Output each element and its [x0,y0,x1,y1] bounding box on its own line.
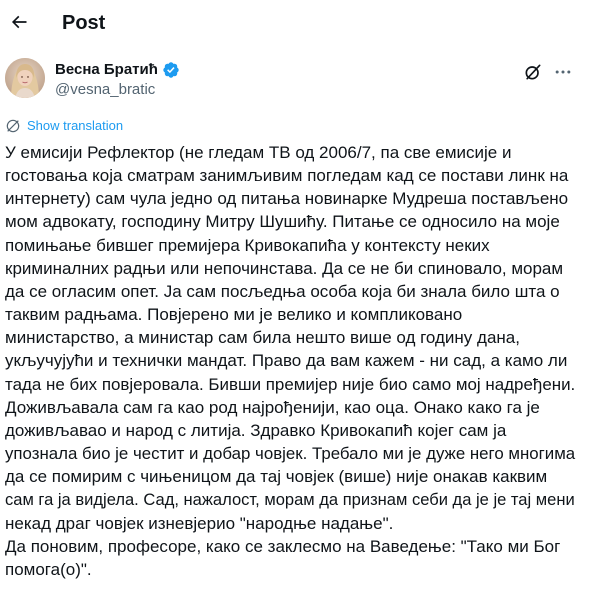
show-translation-label[interactable]: Show translation [27,117,123,135]
post-text-line: министарство, а министар сам била нешто … [5,328,520,348]
post-text-line: помињање бившег премијера Кривокапића у … [5,235,490,255]
post-text-line: мом адвокату, господину Митру Шушићу. Пи… [5,212,560,232]
post-text: У емисији Рефлектор (не гледам ТВ од 200… [5,141,575,581]
post-text-line: сам га ја видјела. Сад, нажалост, морам … [5,490,575,510]
post-text-line: да се огласим опет. Ја сам посљедња особ… [5,281,560,301]
post-text-line: упознала био је честит и добар човјек. Т… [5,444,576,464]
arrow-left-icon [11,15,27,29]
post-text-line: помога(о)". [5,559,92,579]
globe-icon [6,119,20,133]
post-text-line: криминалних радњи или непочинстава. Да с… [5,258,564,278]
author-handle[interactable]: @vesna_bratic [55,80,155,100]
post-text-line: доживљавао и народ с литија. Здравко Кри… [5,420,507,440]
avatar-image [5,58,45,98]
grok-button[interactable] [521,60,545,84]
post-text-line: некад драг човјек изневјерио "народње на… [5,513,394,533]
more-horizontal-icon [555,70,571,74]
post-text-line: интернету) сам чула једно од питања нови… [5,189,569,209]
post-text-line: тада не бих повјеровала. Бивши премијер … [5,374,576,394]
post-text-line: Да поновим, професоре, како се заклесмо … [5,536,561,556]
post-text-line: Доживљавала сам га као род најрођенији, … [5,397,540,417]
post-text-line: гостовања која сматрам занимљивим поглед… [5,166,569,186]
post-text-line: да се помирим с чињеницом да тај човјек … [5,467,548,487]
top-bar: Post [0,0,589,46]
verified-badge-icon [163,62,179,78]
page-title: Post [62,12,106,34]
show-translation-link[interactable]: Show translation [5,117,123,135]
post-text-line: У емисији Рефлектор (не гледам ТВ од 200… [5,143,512,162]
more-options-button[interactable] [551,60,575,84]
post-text-line: укључујући и технички мандат. Право да в… [5,351,568,371]
post-text-line: таквим радњама. Повјерено ми је велико и… [5,305,463,325]
avatar[interactable] [5,58,45,98]
author-name-row[interactable]: Весна Братић [55,60,180,80]
grok-icon [525,64,541,80]
back-button[interactable] [2,5,36,39]
author-name[interactable]: Весна Братић [55,60,158,80]
